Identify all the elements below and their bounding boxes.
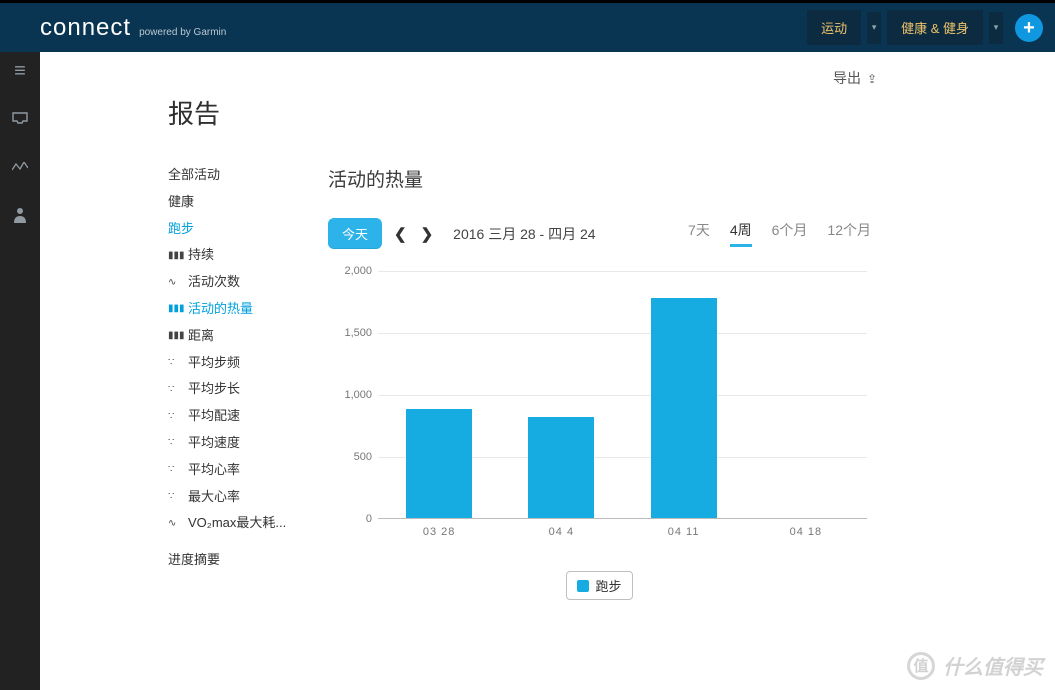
sidebar-cat-health[interactable]: 健康 — [168, 192, 328, 213]
wave-icon: ∿ — [168, 516, 182, 532]
bar-icon: ▮▮▮ — [168, 301, 182, 317]
x-axis-label: 04 18 — [790, 526, 823, 538]
bar[interactable] — [406, 409, 472, 518]
sidebar-sub-stride[interactable]: ∵ 平均步长 — [168, 379, 328, 400]
y-axis-label: 0 — [338, 513, 372, 525]
x-axis-label: 03 28 — [423, 526, 456, 538]
watermark-text: 什么值得买 — [943, 651, 1043, 680]
nav-sport-button[interactable]: 运动 — [807, 10, 861, 45]
sidebar-item-label: VO₂max最大耗... — [188, 513, 286, 534]
report-sidebar: 全部活动 健康 跑步 ▮▮▮ 持续 ∿ 活动次数 ▮▮▮ 活动的热量 ▮▮▮ 距离 ∵ 平… — [168, 165, 328, 600]
y-axis-label: 500 — [338, 451, 372, 463]
export-button[interactable]: 导出 ⇪ — [833, 68, 877, 88]
top-bar: connect powered by Garmin 运动 ▾ 健康 & 健身 ▾… — [0, 0, 1055, 52]
profile-icon[interactable] — [11, 206, 29, 224]
period-6m[interactable]: 6个月 — [772, 220, 808, 247]
sidebar-sub-cadence[interactable]: ∵ 平均步频 — [168, 353, 328, 374]
next-arrow[interactable]: ❯ — [419, 225, 436, 243]
sidebar-item-label: 持续 — [188, 245, 214, 266]
period-4w[interactable]: 4周 — [730, 220, 752, 247]
today-button[interactable]: 今天 — [328, 218, 382, 249]
bar-slot: 04 18 — [745, 271, 867, 518]
x-axis-label: 04 11 — [668, 526, 700, 538]
dots-icon: ∵ — [168, 409, 182, 425]
sidebar-item-label: 活动次数 — [188, 272, 240, 293]
period-12m[interactable]: 12个月 — [827, 220, 871, 247]
bar-icon: ▮▮▮ — [168, 248, 182, 264]
bar[interactable] — [528, 417, 594, 518]
sidebar-cat-running[interactable]: 跑步 — [168, 219, 328, 240]
main-content: 导出 ⇪ 报告 全部活动 健康 跑步 ▮▮▮ 持续 ∿ 活动次数 ▮▮▮ 活动的热量 … — [40, 52, 1055, 690]
sidebar-sub-distance[interactable]: ▮▮▮ 距离 — [168, 326, 328, 347]
x-axis-label: 04 4 — [549, 526, 574, 538]
chart-title: 活动的热量 — [328, 165, 871, 192]
sidebar-item-label: 平均速度 — [188, 433, 240, 454]
bar[interactable] — [651, 298, 717, 518]
sidebar-sub-count[interactable]: ∿ 活动次数 — [168, 272, 328, 293]
nav-health-dropdown[interactable]: ▾ — [989, 12, 1003, 44]
dots-icon: ∵ — [168, 462, 182, 478]
sidebar-item-label: 平均心率 — [188, 460, 240, 481]
dots-icon: ∵ — [168, 435, 182, 451]
sidebar-sub-avg-hr[interactable]: ∵ 平均心率 — [168, 460, 328, 481]
sidebar-item-label: 距离 — [188, 326, 214, 347]
chart-legend: 跑步 — [328, 571, 871, 600]
legend-item-running[interactable]: 跑步 — [566, 571, 632, 600]
date-range: 2016 三月 28 - 四月 24 — [453, 224, 595, 244]
watermark-badge: 值 — [907, 652, 935, 680]
sidebar-item-label: 活动的热量 — [188, 299, 253, 320]
activity-icon[interactable] — [11, 158, 29, 176]
dots-icon: ∵ — [168, 355, 182, 371]
export-label: 导出 — [833, 70, 861, 86]
bar-slot: 04 4 — [500, 271, 622, 518]
inbox-icon[interactable] — [11, 110, 29, 128]
sidebar-sub-pace[interactable]: ∵ 平均配速 — [168, 406, 328, 427]
nav-health-button[interactable]: 健康 & 健身 — [887, 10, 983, 45]
sidebar-item-label: 平均配速 — [188, 406, 240, 427]
sidebar-progress-summary[interactable]: 进度摘要 — [168, 550, 328, 571]
sidebar-sub-calories[interactable]: ▮▮▮ 活动的热量 — [168, 299, 328, 320]
bar-chart: 05001,0001,5002,00003 2804 404 1104 18 — [338, 263, 867, 543]
sidebar-sub-vo2max[interactable]: ∿ VO₂max最大耗... — [168, 513, 328, 534]
header-nav: 运动 ▾ 健康 & 健身 ▾ + — [807, 10, 1043, 45]
sidebar-item-label: 平均步长 — [188, 379, 240, 400]
y-axis-label: 2,000 — [338, 265, 372, 277]
y-axis-label: 1,000 — [338, 389, 372, 401]
bars-container: 03 2804 404 1104 18 — [378, 271, 867, 518]
icon-sidebar: ≡ — [0, 52, 40, 690]
page-title: 报告 — [168, 94, 1031, 131]
watermark: 值 什么值得买 — [907, 651, 1043, 680]
logo-text: connect — [40, 14, 131, 42]
sidebar-sub-duration[interactable]: ▮▮▮ 持续 — [168, 245, 328, 266]
bar-icon: ▮▮▮ — [168, 328, 182, 344]
sidebar-sub-max-hr[interactable]: ∵ 最大心率 — [168, 487, 328, 508]
wave-icon: ∿ — [168, 275, 182, 291]
bar-slot: 03 28 — [378, 271, 500, 518]
sidebar-sub-speed[interactable]: ∵ 平均速度 — [168, 433, 328, 454]
chart-panel: 活动的热量 今天 ❮ ❯ 2016 三月 28 - 四月 24 7天 4周 6个… — [328, 165, 1031, 600]
bar-slot: 04 11 — [623, 271, 745, 518]
dots-icon: ∵ — [168, 382, 182, 398]
export-icon: ⇪ — [867, 72, 877, 86]
period-selector: 7天 4周 6个月 12个月 — [688, 220, 871, 247]
period-7d[interactable]: 7天 — [688, 220, 710, 247]
plot-area: 03 2804 404 1104 18 — [378, 271, 867, 519]
prev-arrow[interactable]: ❮ — [392, 225, 409, 243]
logo: connect powered by Garmin — [40, 14, 226, 42]
add-button[interactable]: + — [1015, 14, 1043, 42]
dots-icon: ∵ — [168, 489, 182, 505]
sidebar-item-label: 最大心率 — [188, 487, 240, 508]
sidebar-item-label: 平均步频 — [188, 353, 240, 374]
logo-subtext: powered by Garmin — [139, 27, 226, 38]
menu-icon[interactable]: ≡ — [11, 62, 29, 80]
sidebar-cat-all[interactable]: 全部活动 — [168, 165, 328, 186]
chart-controls: 今天 ❮ ❯ 2016 三月 28 - 四月 24 7天 4周 6个月 12个月 — [328, 218, 871, 249]
legend-label: 跑步 — [595, 576, 621, 595]
nav-sport-dropdown[interactable]: ▾ — [867, 12, 881, 44]
legend-swatch — [577, 580, 589, 592]
y-axis-label: 1,500 — [338, 327, 372, 339]
